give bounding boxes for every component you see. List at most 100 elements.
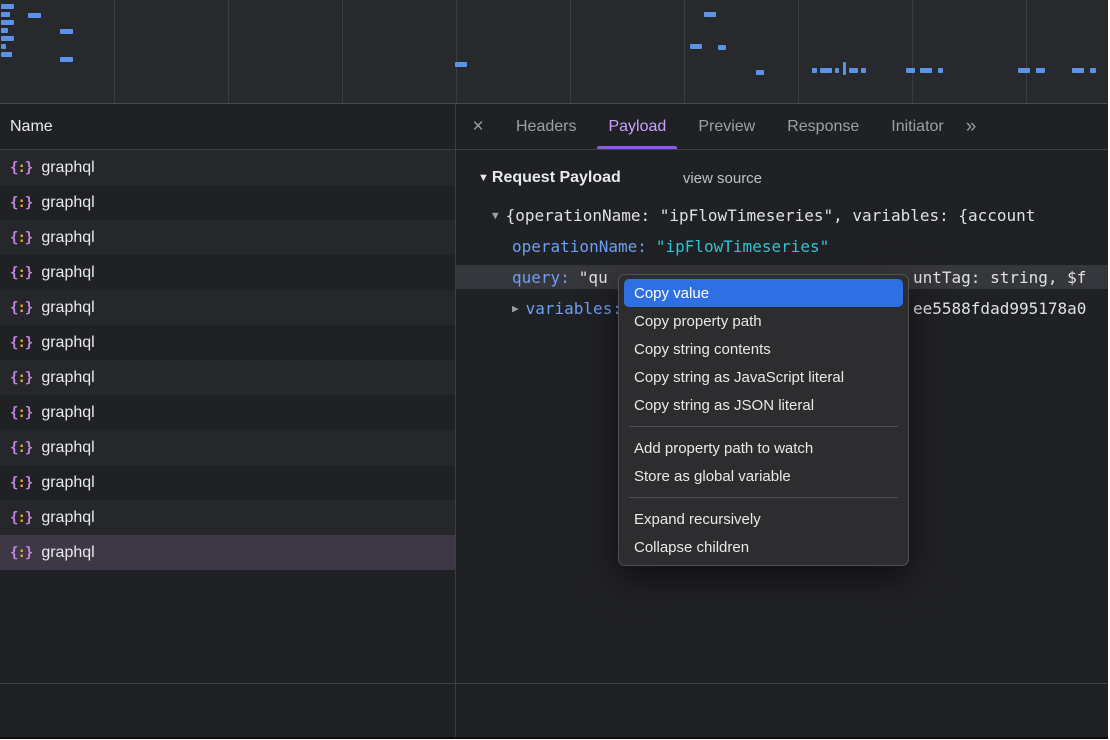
request-timeline-bar (28, 13, 41, 18)
request-name: graphql (41, 229, 94, 247)
request-timeline-bar (1036, 68, 1045, 73)
json-braces-icon: {:} (10, 510, 32, 526)
view-source-link[interactable]: view source (683, 170, 762, 187)
menu-item-add-property-path-to-watch[interactable]: Add property path to watch (624, 434, 903, 462)
request-timeline-bar (1, 44, 6, 49)
network-request-row[interactable]: {:} graphql (0, 395, 455, 430)
request-name: graphql (41, 509, 94, 527)
request-timeline-bar (1090, 68, 1096, 73)
request-name: graphql (41, 474, 94, 492)
payload-root-preview: {operationName: "ipFlowTimeseries", vari… (506, 206, 1036, 225)
network-request-row[interactable]: {:} graphql (0, 290, 455, 325)
close-icon[interactable]: × (456, 116, 500, 138)
request-timeline-bar (938, 68, 943, 73)
devtools-window: Name {:} graphql {:} graphql {:} graphql {:… (0, 0, 1108, 739)
network-request-row[interactable]: {:} graphql (0, 220, 455, 255)
request-timeline-bar (820, 68, 832, 73)
request-name: graphql (41, 299, 94, 317)
name-column-header[interactable]: Name (0, 104, 455, 150)
json-braces-icon: {:} (10, 335, 32, 351)
request-timeline-bar (1072, 68, 1084, 73)
menu-item-copy-property-path[interactable]: Copy property path (624, 307, 903, 335)
tab-payload[interactable]: Payload (592, 104, 682, 149)
json-braces-icon: {:} (10, 370, 32, 386)
tab-initiator[interactable]: Initiator (875, 104, 959, 149)
overview-gridline (798, 0, 799, 103)
request-timeline-bar (690, 44, 702, 49)
json-braces-icon: {:} (10, 265, 32, 281)
json-braces-icon: {:} (10, 230, 32, 246)
menu-item-copy-string-contents[interactable]: Copy string contents (624, 335, 903, 363)
menu-item-copy-string-json-literal[interactable]: Copy string as JSON literal (624, 391, 903, 419)
json-braces-icon: {:} (10, 300, 32, 316)
payload-root-line[interactable]: ▼ {operationName: "ipFlowTimeseries", va… (456, 203, 1108, 227)
expand-triangle-icon[interactable]: ▶ (512, 302, 519, 315)
json-braces-icon: {:} (10, 440, 32, 456)
request-name: graphql (41, 404, 94, 422)
expand-triangle-icon[interactable]: ▼ (492, 209, 499, 222)
more-tabs-chevron-icon[interactable]: » (966, 116, 977, 138)
request-timeline-bar (60, 29, 73, 34)
request-name: graphql (41, 334, 94, 352)
tab-preview[interactable]: Preview (682, 104, 771, 149)
request-timeline-bar (756, 70, 764, 75)
request-name: graphql (41, 264, 94, 282)
property-key: operationName: (512, 237, 647, 256)
panel-resize-divider[interactable] (455, 104, 456, 737)
menu-item-expand-recursively[interactable]: Expand recursively (624, 505, 903, 533)
property-value-after-menu: untTag: string, $f (913, 265, 1086, 289)
request-timeline-bar (1, 12, 10, 17)
request-timeline-bar (704, 12, 716, 17)
property-key: query: (512, 268, 570, 287)
footer-divider (0, 683, 1108, 684)
collapse-triangle-icon[interactable]: ▼ (478, 172, 489, 184)
overview-gridline (456, 0, 457, 103)
request-timeline-bar (718, 45, 726, 50)
request-timeline-bar (1018, 68, 1030, 73)
request-timeline-bar (906, 68, 915, 73)
network-request-row-selected[interactable]: {:}graphql (0, 535, 455, 570)
payload-operationname-line[interactable]: operationName: "ipFlowTimeseries" (456, 234, 1108, 258)
network-request-row[interactable]: {:}graphql (0, 185, 455, 220)
network-request-row[interactable]: {:} graphql (0, 430, 455, 465)
overview-gridline (114, 0, 115, 103)
overview-gridline (342, 0, 343, 103)
request-timeline-bar (455, 62, 467, 67)
menu-separator (629, 426, 898, 427)
network-request-row[interactable]: {:} graphql (0, 325, 455, 360)
network-request-row[interactable]: {:} graphql (0, 465, 455, 500)
property-key: variables: (526, 299, 622, 318)
network-request-row[interactable]: {:} graphql (0, 360, 455, 395)
network-request-row[interactable]: {:} graphql (0, 255, 455, 290)
request-timeline-bar (1, 20, 14, 25)
network-request-row[interactable]: {:} graphql (0, 500, 455, 535)
network-request-row[interactable]: {:}graphql (0, 150, 455, 185)
menu-item-collapse-children[interactable]: Collapse children (624, 533, 903, 561)
menu-item-copy-string-js-literal[interactable]: Copy string as JavaScript literal (624, 363, 903, 391)
menu-item-store-as-global-variable[interactable]: Store as global variable (624, 462, 903, 490)
request-timeline-bar (812, 68, 817, 73)
menu-separator (629, 497, 898, 498)
detail-tabbar: × Headers Payload Preview Response Initi… (456, 104, 1108, 150)
tab-response[interactable]: Response (771, 104, 875, 149)
overview-gridline (684, 0, 685, 103)
json-braces-icon: {:} (10, 405, 32, 421)
request-timeline-bar (60, 57, 73, 62)
overview-gridline (1026, 0, 1027, 103)
overview-strip[interactable] (0, 0, 1108, 104)
request-name: graphql (41, 369, 94, 387)
json-braces-icon: {:} (10, 195, 32, 211)
context-menu: Copy value Copy property path Copy strin… (618, 274, 909, 566)
request-timeline-bar (849, 68, 858, 73)
request-name: graphql (41, 439, 94, 457)
menu-item-copy-value[interactable]: Copy value (624, 279, 903, 307)
request-name: graphql (41, 159, 94, 177)
network-request-list: {:} graphql {:} graphql {:} graphql {:} grap… (0, 150, 455, 570)
section-title: Request Payload (492, 169, 621, 187)
tab-headers[interactable]: Headers (500, 104, 592, 149)
json-braces-icon: {:} (10, 475, 32, 491)
property-value: "ipFlowTimeseries" (656, 237, 829, 256)
overview-gridline (570, 0, 571, 103)
request-timeline-bar (1, 36, 14, 41)
json-braces-icon: {:} (10, 545, 32, 561)
